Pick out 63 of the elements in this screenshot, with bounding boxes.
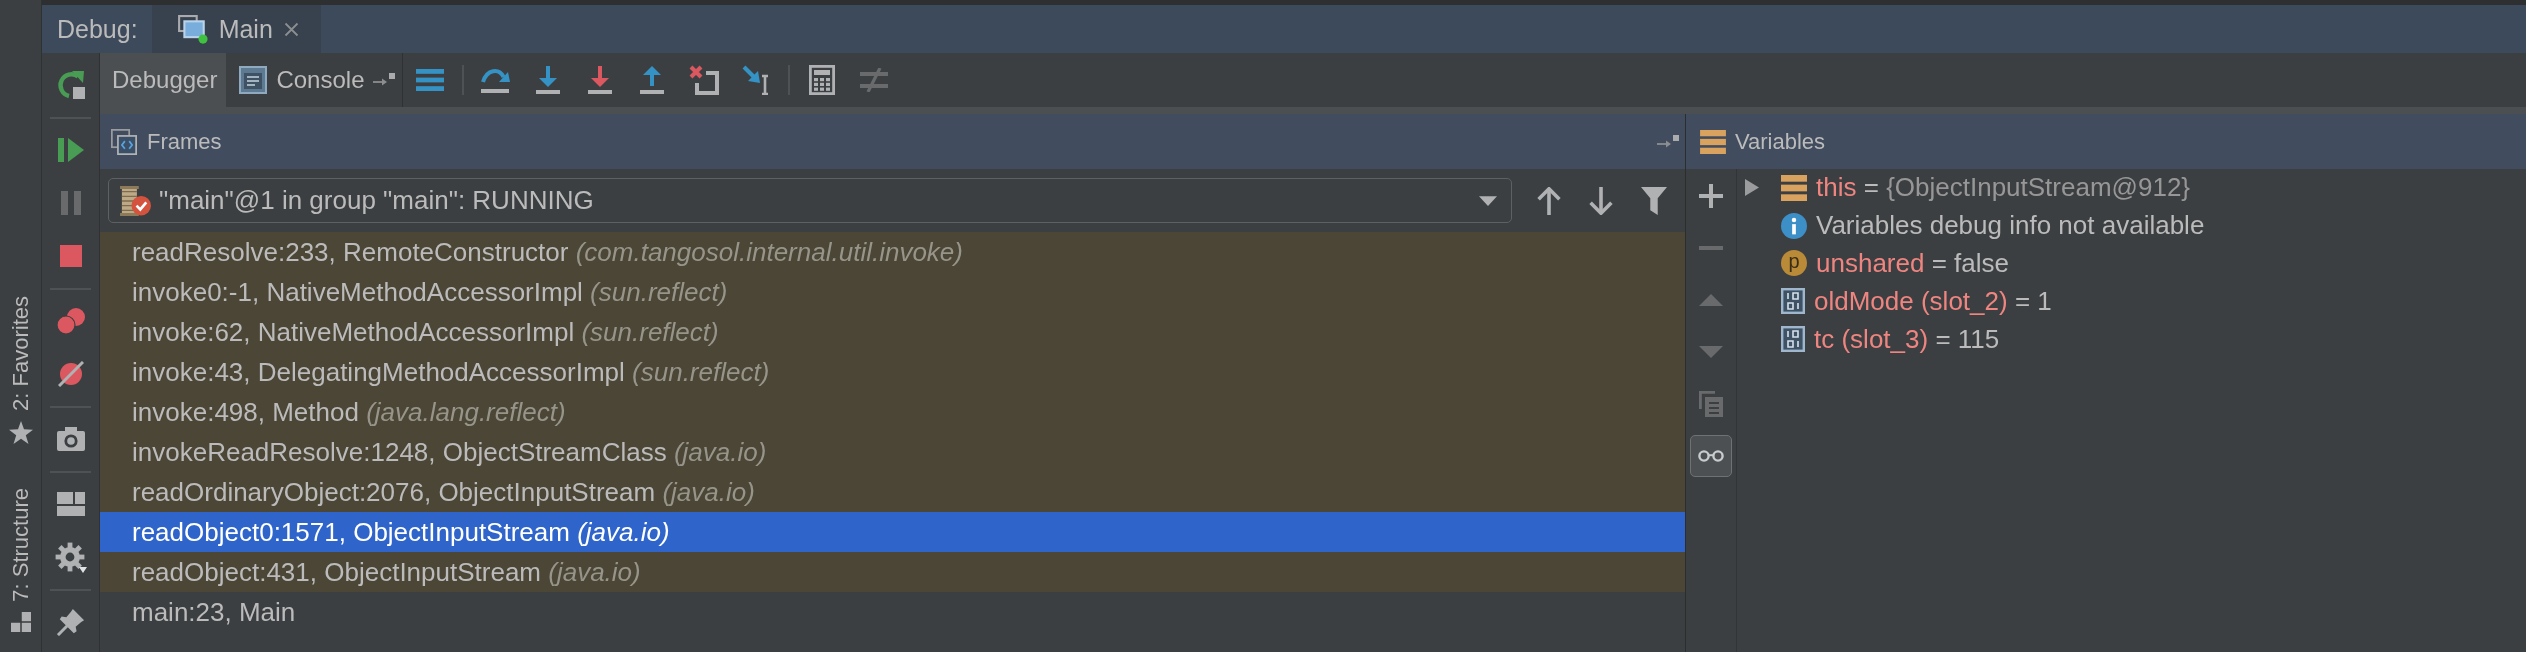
stack-frame-row[interactable]: invoke:62, NativeMethodAccessorImpl (sun.reflect) [100, 312, 1685, 352]
up-arrow-icon[interactable] [1537, 186, 1561, 215]
stack-frame-row[interactable]: invoke0:-1, NativeMethodAccessorImpl (sun.reflect) [100, 272, 1685, 312]
slashed-circle-icon[interactable] [57, 361, 84, 387]
stack-frame-row[interactable]: readObject:431, ObjectInputStream (java.io) [100, 552, 1685, 592]
stack-frame-row[interactable]: invoke:43, DelegatingMethodAccessorImpl (sun.reflect) [100, 352, 1685, 392]
stop-icon[interactable] [59, 245, 82, 267]
down-arrow-icon[interactable] [1589, 186, 1613, 215]
squares-icon [10, 611, 31, 632]
side-tab[interactable]: 7: Structure [8, 487, 33, 632]
toggle-button[interactable] [1690, 435, 1732, 477]
arrow-down-icon[interactable] [588, 66, 613, 94]
variable-label[interactable]: oldMode (slot_2) = 1 [1814, 285, 2052, 317]
tool-window-title: Debug: [56, 14, 138, 44]
tab[interactable]: Debugger [100, 53, 227, 107]
stacked-bars-icon [1781, 174, 1807, 201]
stacked-bars-icon [1700, 129, 1726, 154]
play-icon[interactable] [57, 138, 84, 162]
arrow-square-icon[interactable] [1657, 134, 1679, 149]
panel-title: Variables [1735, 128, 1826, 155]
expand-arrow-icon[interactable] [1745, 179, 1759, 197]
stack-frame-row[interactable]: invoke:498, Method (java.lang.reflect) [100, 392, 1685, 432]
arc-arrow-icon[interactable] [481, 67, 512, 93]
arrow-up-icon[interactable] [640, 66, 665, 94]
framed-box-icon [1781, 326, 1805, 353]
info-icon [1781, 212, 1807, 239]
side-tab[interactable]: 2: Favorites [8, 296, 33, 444]
filter-icon[interactable] [1641, 186, 1667, 215]
layout-icon[interactable] [56, 492, 85, 516]
arrow-cursor-icon[interactable] [742, 65, 771, 95]
framed-box-icon [1781, 288, 1805, 315]
camera-icon[interactable] [56, 427, 85, 451]
info-message: Variables debug info not available [1816, 210, 2205, 242]
stack-frame-row[interactable]: readOrdinaryObject:2076, ObjectInputStream (java.io) [100, 472, 1685, 512]
variable-label[interactable]: tc (slot_3) = 115 [1814, 323, 2000, 355]
bars-icon[interactable] [416, 69, 445, 91]
circular-arrow-icon[interactable] [55, 70, 86, 100]
arrow-square-icon[interactable] [373, 73, 396, 87]
stacked-frames-icon [111, 128, 137, 155]
spool-check-icon [120, 185, 151, 216]
stack-frame-row[interactable]: main:23, Main [100, 592, 1685, 632]
thread-dropdown[interactable]: "main"@1 in group "main": RUNNING [108, 178, 1512, 223]
panel-title: Frames [147, 128, 222, 155]
pin-icon[interactable] [56, 608, 85, 636]
calculator-icon[interactable] [809, 65, 836, 95]
stack-frame-row[interactable]: invokeReadResolve:1248, ObjectStreamClass (java.io) [100, 432, 1685, 472]
tab[interactable]: Console [226, 53, 404, 107]
arrow-down-icon[interactable] [536, 66, 561, 94]
double-circle-icon[interactable] [56, 308, 85, 334]
stack-frame-row[interactable]: readResolve:233, RemoteConstructor (com.tangosol.internal.util.invoke) [100, 232, 1685, 272]
window-icon [239, 66, 268, 94]
dropdown-arrow-icon [1479, 195, 1497, 206]
close-icon[interactable] [283, 21, 299, 37]
star-icon [8, 420, 33, 444]
variable-label[interactable]: this = {ObjectInputStream@912} [1816, 172, 2191, 204]
settings-icon[interactable] [54, 541, 87, 573]
stack-frame-row[interactable]: readObject0:1571, ObjectInputStream (java.io) [100, 512, 1685, 552]
variable-label[interactable]: unshared = false [1816, 248, 2009, 279]
plus-icon[interactable] [1699, 184, 1723, 208]
cross-box-icon[interactable] [689, 65, 720, 95]
param-icon: p [1781, 250, 1807, 277]
tab[interactable]: Main [151, 5, 321, 53]
glasses-icon[interactable] [1698, 450, 1724, 462]
